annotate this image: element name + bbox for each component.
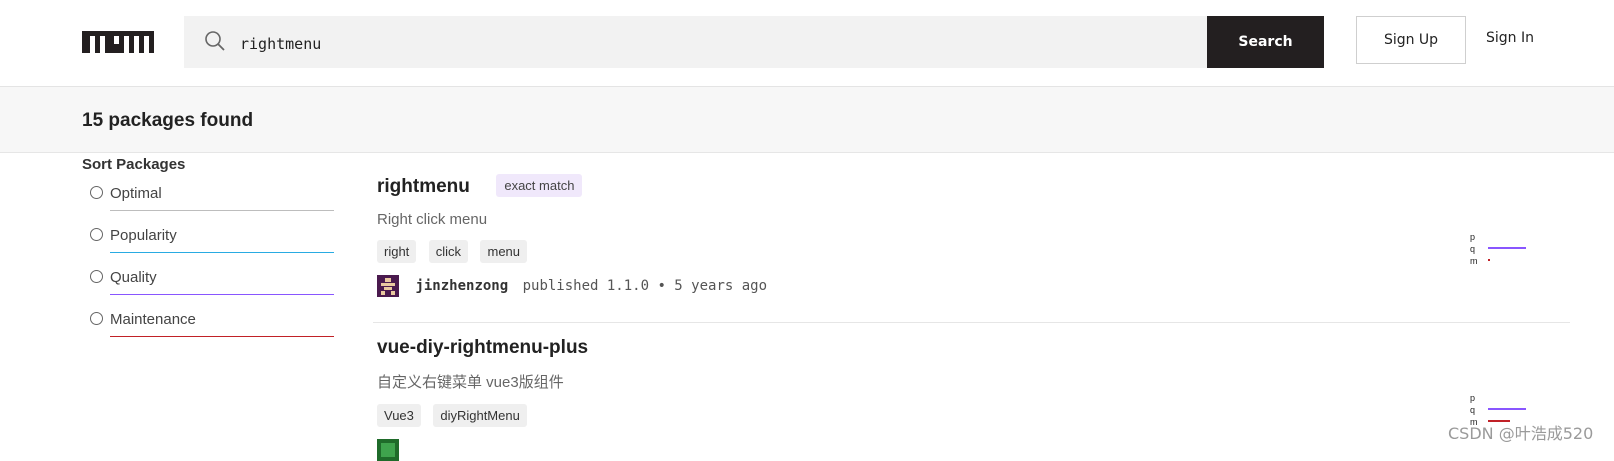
- score-label-q: q: [1470, 244, 1476, 254]
- npm-logo[interactable]: [82, 31, 154, 53]
- score-label-m: m: [1470, 256, 1478, 266]
- package-description: Right click menu: [377, 211, 488, 228]
- package-name-link[interactable]: rightmenu: [377, 176, 470, 197]
- sort-title: Sort Packages: [82, 156, 186, 173]
- tag[interactable]: click: [428, 240, 469, 263]
- package-meta: jinzhenzong published 1.1.0 • 5 years ag…: [377, 275, 1570, 297]
- author-avatar[interactable]: [377, 275, 399, 297]
- tag[interactable]: diyRightMenu: [433, 404, 527, 427]
- search-icon: [205, 31, 225, 51]
- package-score: p q m: [1470, 232, 1540, 268]
- author-avatar[interactable]: [377, 439, 399, 461]
- results-count: 15 packages found: [82, 110, 254, 131]
- sort-label-quality: Quality: [110, 269, 157, 286]
- search-input[interactable]: [238, 30, 1142, 58]
- package-tags: Vue3 diyRightMenu: [377, 404, 1570, 427]
- watermark-text: CSDN @叶浩成520: [1448, 424, 1594, 443]
- score-label-p: p: [1470, 393, 1476, 403]
- site-header: npm Search Sign Up Sign In: [0, 0, 1614, 87]
- sort-label-popularity: Popularity: [110, 227, 177, 244]
- tag[interactable]: right: [377, 240, 417, 263]
- radio-quality[interactable]: [90, 270, 103, 283]
- package-result: rightmenu exact match Right click menu r…: [377, 174, 1570, 297]
- sort-label-maintenance: Maintenance: [110, 311, 196, 328]
- results-summary-bar: 15 packages found: [0, 87, 1614, 153]
- score-bar-maintenance: [1488, 259, 1490, 261]
- sort-sidebar: Sort Packages Optimal Popularity Quality…: [82, 156, 334, 341]
- package-meta: [377, 439, 1570, 461]
- results-divider: [373, 322, 1570, 323]
- score-bar-quality: [1488, 408, 1526, 410]
- sort-option-quality[interactable]: Quality: [82, 257, 334, 299]
- score-bar-quality: [1488, 247, 1526, 249]
- tag[interactable]: Vue3: [377, 404, 421, 427]
- sort-underline-popularity: [110, 252, 334, 253]
- sort-underline-optimal: [110, 210, 334, 211]
- radio-optimal[interactable]: [90, 186, 103, 199]
- sort-option-optimal[interactable]: Optimal: [82, 173, 334, 215]
- sort-label-optimal: Optimal: [110, 185, 162, 202]
- package-tags: right click menu: [377, 240, 1570, 263]
- tag[interactable]: menu: [480, 240, 528, 263]
- package-name-link[interactable]: vue-diy-rightmenu-plus: [377, 337, 588, 358]
- sort-option-maintenance[interactable]: Maintenance: [82, 299, 334, 341]
- sort-underline-maintenance: [110, 336, 334, 337]
- radio-popularity[interactable]: [90, 228, 103, 241]
- package-result: vue-diy-rightmenu-plus 自定义右键菜单 vue3版组件 V…: [377, 337, 1570, 461]
- search-box[interactable]: [184, 16, 1208, 68]
- sign-in-link[interactable]: Sign In: [1486, 30, 1534, 46]
- author-link[interactable]: jinzhenzong: [415, 278, 508, 294]
- radio-maintenance[interactable]: [90, 312, 103, 325]
- search-button[interactable]: Search: [1207, 16, 1324, 68]
- sort-option-popularity[interactable]: Popularity: [82, 215, 334, 257]
- sign-up-button[interactable]: Sign Up: [1356, 16, 1466, 64]
- package-description: 自定义右键菜单 vue3版组件: [377, 374, 564, 391]
- sort-underline-quality: [110, 294, 334, 295]
- score-label-p: p: [1470, 232, 1476, 242]
- score-label-q: q: [1470, 405, 1476, 415]
- publish-info: published 1.1.0 • 5 years ago: [522, 278, 768, 294]
- exact-match-badge: exact match: [496, 174, 583, 197]
